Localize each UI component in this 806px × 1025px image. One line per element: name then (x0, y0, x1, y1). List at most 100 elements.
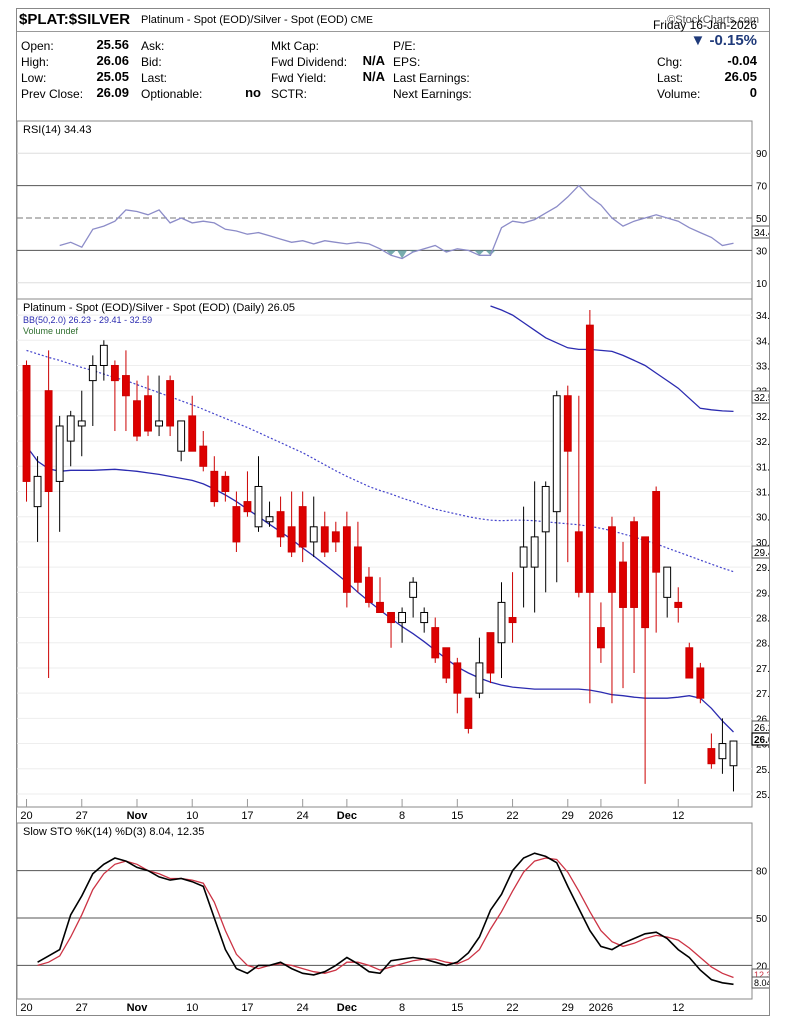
price-title: Platinum - Spot (EOD)/Silver - Spot (EOD… (23, 302, 295, 314)
price-tick-label: 30.5 (756, 513, 769, 524)
candle-body (585, 324, 594, 593)
candle-body (409, 581, 418, 598)
price-tick-label: 27.5 (756, 664, 769, 675)
x-tick-label: Nov (127, 810, 149, 822)
candle-body (298, 506, 307, 548)
candle-body (44, 390, 53, 493)
rsi-tick-label: 50 (756, 214, 768, 225)
candle-body (619, 561, 627, 608)
candle-body (630, 521, 638, 608)
candle-body (309, 526, 318, 543)
rsi-tick-label: 70 (756, 182, 768, 193)
candle-body (530, 536, 539, 568)
sto-title: Slow STO %K(14) %D(3) 8.04, 12.35 (23, 826, 204, 838)
rsi-panel: RSI(14) 34.43 10 30 50 70 90 34.43 (17, 120, 769, 300)
candle-body (365, 576, 373, 603)
price-tick-label: 28.5 (756, 614, 769, 625)
candle-body (453, 662, 462, 694)
bb-legend: BB(50,2.0) 26.23 - 29.41 - 32.59 (23, 315, 152, 325)
sto-k-tag: 8.04 (754, 978, 769, 988)
price-panel: 25.025.526.026.527.027.528.028.529.029.5… (17, 298, 769, 822)
candle-body (497, 601, 506, 644)
sto-x-tick-label: 22 (506, 1002, 518, 1014)
sto-x-tick-label: 20 (20, 1002, 32, 1014)
x-tick-label: 22 (506, 810, 518, 822)
sto-x-tick-label: 12 (672, 1002, 684, 1014)
candle-body (276, 511, 285, 538)
candle-body (188, 415, 197, 452)
sto-x-tick-label: 24 (297, 1002, 309, 1014)
candle-body (663, 566, 672, 598)
price-tick-label: 25.0 (756, 790, 769, 801)
candle-body (88, 364, 97, 382)
sto-x-tick-label: 29 (562, 1002, 574, 1014)
candle-body (33, 475, 42, 508)
price-tick-label: 33.5 (756, 361, 769, 372)
x-tick-label: 27 (76, 810, 88, 822)
price-tick-label: 34.5 (756, 311, 769, 322)
sto-x-tick-label: Dec (337, 1002, 357, 1014)
candle-body (254, 485, 263, 528)
x-tick-label: 20 (20, 810, 32, 822)
candle-body (475, 662, 484, 694)
candle-body (608, 526, 616, 593)
price-tick-label: 31.5 (756, 462, 769, 473)
sto-panel-border (17, 822, 753, 1000)
last-price-tag: 26.05 (754, 735, 769, 746)
candle-body (376, 601, 384, 613)
candle-body (707, 748, 716, 765)
bb-upper-tag: 32.59 (754, 393, 769, 404)
candle-body (199, 445, 208, 467)
candle-body (210, 470, 219, 503)
price-tick-label: 28.0 (756, 639, 769, 650)
sto-x-tick-label: Nov (127, 1002, 149, 1014)
x-tick-label: 12 (672, 810, 684, 822)
x-tick-label: 17 (241, 810, 253, 822)
candle-body (718, 743, 727, 760)
rsi-tick-label: 90 (756, 149, 768, 160)
candle-body (508, 617, 517, 624)
candle-body (166, 380, 175, 427)
candle-body (641, 536, 650, 629)
rsi-title: RSI(14) 34.43 (23, 124, 91, 136)
candle-body (99, 344, 108, 366)
candle-body (177, 420, 186, 452)
candle-body (574, 531, 583, 593)
rsi-tick-label: 30 (756, 246, 768, 257)
candle-body (486, 632, 495, 674)
candle-body (221, 475, 230, 493)
candle-body (652, 491, 661, 573)
candle-body (320, 526, 329, 553)
x-tick-label: 8 (399, 810, 405, 822)
candle-body (387, 611, 395, 624)
candle-body (729, 740, 738, 767)
candle-body (420, 611, 429, 624)
chart-canvas: RSI(14) 34.43 10 30 50 70 90 34.43 25.0 25.5 2… (17, 120, 769, 1014)
candle-body (674, 601, 683, 608)
candle-body (596, 627, 605, 649)
candle-body (696, 667, 705, 699)
volume-legend: Volume undef (23, 326, 79, 336)
candle-body (519, 546, 528, 568)
sto-x-tick-label: 17 (241, 1002, 253, 1014)
candle-body (122, 375, 130, 397)
x-tick-label: 24 (297, 810, 309, 822)
candle-body (22, 364, 31, 482)
candle-body (685, 647, 694, 679)
price-tick-label: 32.0 (756, 437, 769, 448)
candle-body (110, 364, 119, 382)
candle-body (66, 415, 75, 442)
candle-body (331, 531, 340, 543)
candle-body (563, 395, 572, 452)
sto-x-tick-label: 27 (76, 1002, 88, 1014)
x-tick-label: 2026 (589, 810, 613, 822)
candle-body (155, 420, 164, 427)
price-tick-label: 29.0 (756, 588, 769, 599)
candle-body (77, 420, 86, 427)
chart-frame: $PLAT:$SILVER Platinum - Spot (EOD)/Silv… (16, 8, 770, 1016)
x-tick-label: Dec (337, 810, 357, 822)
candle-body (464, 697, 473, 729)
sto-x-tick-label: 8 (399, 1002, 405, 1014)
candle-body (55, 425, 64, 482)
price-tick-label: 29.5 (756, 563, 769, 574)
